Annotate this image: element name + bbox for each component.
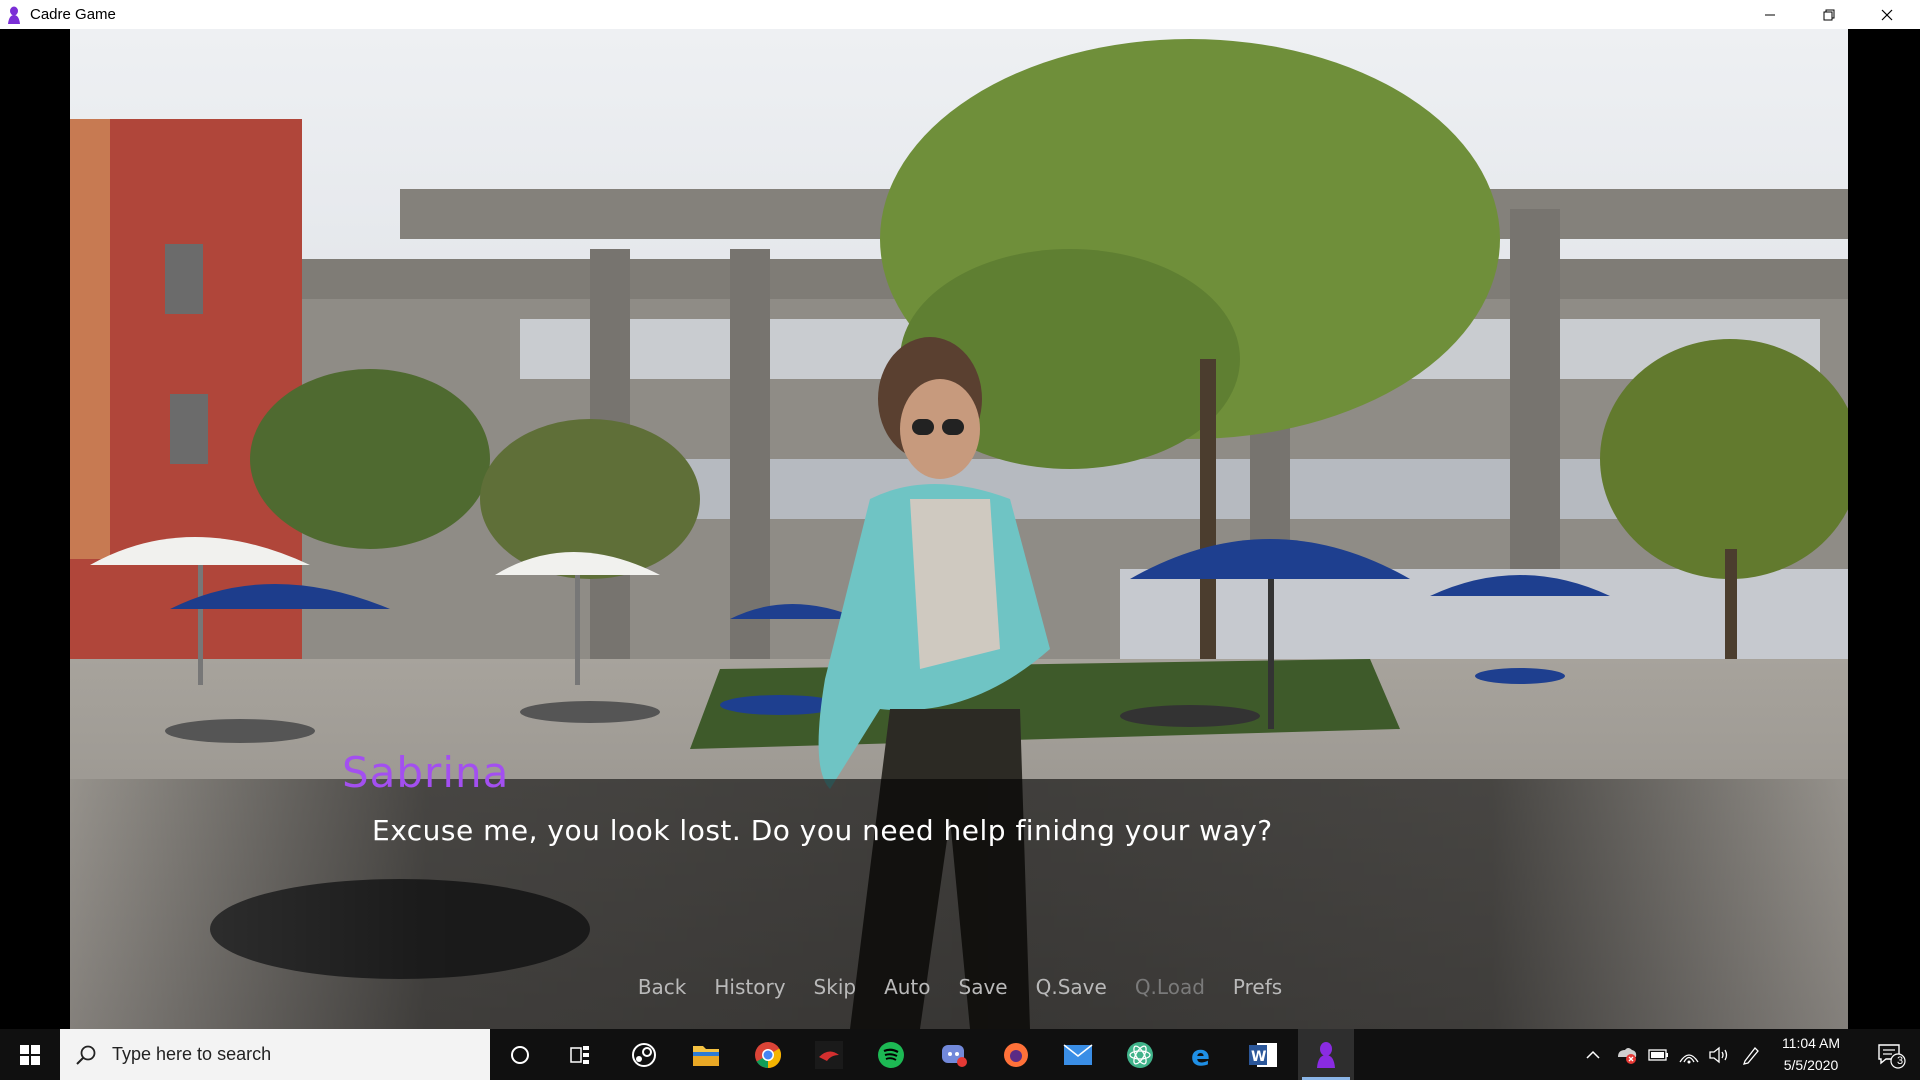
history-button[interactable]: History [700,975,799,999]
firefox-icon[interactable] [988,1029,1044,1080]
close-icon [1881,9,1893,20]
dropbox-sync-error-icon [1618,1047,1637,1064]
discord-glyph-icon [942,1044,967,1067]
window-title: Cadre Game [30,6,116,23]
cadre-figure-icon [1317,1041,1335,1068]
folder-icon [693,1045,719,1066]
search-icon [76,1045,96,1065]
chrome-icon[interactable] [740,1029,796,1080]
quick-load-button: Q.Load [1134,975,1205,999]
spotify-glyph-icon [878,1041,904,1068]
atom-glyph-icon [1127,1041,1153,1068]
search-placeholder: Type here to search [112,1044,272,1064]
window-titlebar: Cadre Game [0,0,1920,29]
cortana-icon[interactable] [492,1029,548,1080]
mail-icon[interactable] [1050,1029,1106,1080]
minimize-button[interactable] [1741,0,1799,29]
cadre-app-icon [8,6,20,24]
save-button[interactable]: Save [945,975,1022,999]
file-explorer-icon[interactable] [678,1029,734,1080]
atom-icon[interactable] [1112,1029,1168,1080]
action-center-button[interactable]: 3 [1866,1029,1916,1080]
task-view-glyph-icon [570,1045,589,1064]
restore-icon [1823,9,1835,20]
chrome-glyph-icon [755,1041,782,1068]
task-view-icon[interactable] [552,1029,608,1080]
game-viewport[interactable] [70,29,1848,1029]
speaker-glyph-icon [1709,1046,1728,1063]
dropbox-icon[interactable] [1612,1029,1642,1080]
taskbar-search-box[interactable]: Type here to search [60,1029,490,1080]
steam-glyph-icon [632,1042,656,1067]
dialogue-text: Excuse me, you look lost. Do you need he… [372,814,1273,847]
word-icon[interactable]: W [1236,1029,1292,1080]
quick-menu: Back History Skip Auto Save Q.Save Q.Loa… [0,975,1920,999]
chevron-up-icon [1586,1050,1600,1059]
wifi-icon[interactable] [1674,1029,1704,1080]
skip-button[interactable]: Skip [800,975,871,999]
battery-icon[interactable] [1644,1029,1674,1080]
clock-date: 5/5/2020 [1783,1057,1839,1073]
battery-glyph-icon [1648,1048,1668,1061]
volume-icon[interactable] [1704,1029,1734,1080]
red-game-glyph-icon [815,1040,843,1069]
word-glyph-icon: W [1249,1042,1277,1067]
game-app-icon[interactable] [801,1029,857,1080]
edge-icon[interactable]: e [1174,1029,1230,1080]
cadre-game-taskbar-icon[interactable] [1298,1029,1354,1080]
clock-time: 11:04 AM [1781,1035,1841,1051]
mail-envelope-icon [1063,1043,1093,1065]
discord-icon[interactable] [926,1029,982,1080]
wifi-glyph-icon [1679,1053,1699,1063]
start-button[interactable] [0,1029,60,1080]
notification-count-badge: 3 [1896,1055,1904,1067]
cortana-circle-icon [511,1045,529,1064]
svg-text:W: W [1251,1049,1266,1065]
close-button[interactable] [1858,0,1916,29]
speaker-name: Sabrina [342,748,510,797]
spotify-icon[interactable] [863,1029,919,1080]
taskbar: Type here to search e W 11:04 AM 5/5/202… [0,1029,1920,1080]
show-hidden-icons-chevron[interactable] [1582,1029,1604,1080]
edge-glyph-icon: e [1191,1041,1210,1069]
quick-save-button[interactable]: Q.Save [1022,975,1121,999]
firefox-glyph-icon [1004,1042,1028,1067]
prefs-button[interactable]: Prefs [1219,975,1296,999]
steam-icon[interactable] [616,1029,672,1080]
back-button[interactable]: Back [624,975,701,999]
minimize-icon [1765,14,1775,15]
restore-button[interactable] [1800,0,1858,29]
windows-logo-icon [20,1044,40,1065]
auto-button[interactable]: Auto [870,975,944,999]
svg-text:e: e [1191,1041,1210,1069]
system-clock[interactable]: 11:04 AM 5/5/2020 [1752,1032,1870,1076]
